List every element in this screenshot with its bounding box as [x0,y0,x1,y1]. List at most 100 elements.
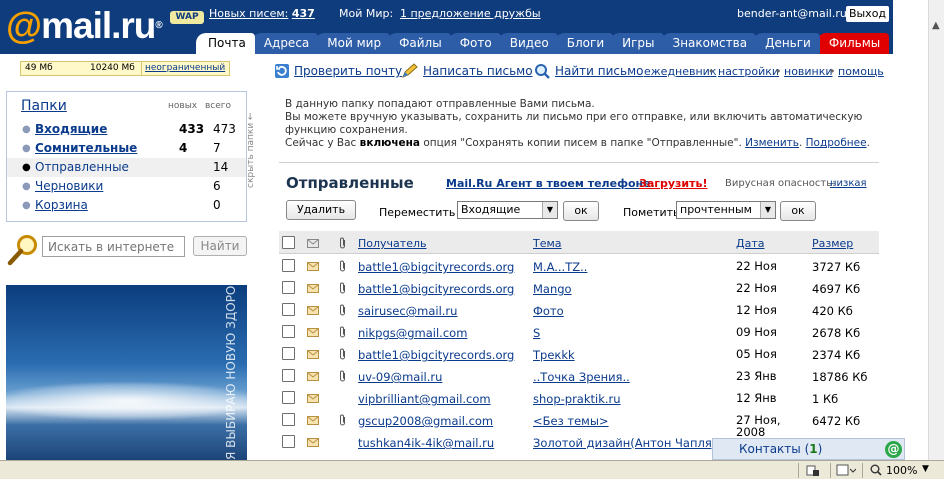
subject-link[interactable]: ..Точка Зрения.. [533,370,630,384]
envelope-icon [307,350,319,359]
size-cell: 2678 Кб [812,326,861,340]
scroll-up-icon[interactable]: ▲ [932,20,940,31]
diary-link[interactable]: ежедневник [644,65,716,78]
table-row[interactable]: battle1@bigcityrecords.org Трекkk 05 Ноя 23… [279,343,879,365]
tab-7[interactable]: Игры [609,33,664,54]
vertical-scrollbar[interactable]: ▲ [928,0,944,460]
table-row[interactable]: vipbrilliant@gmail.com shop-praktik.ru 12 … [279,387,879,409]
tab-5[interactable]: Видео [496,33,558,54]
recipient-link[interactable]: battle1@bigcityrecords.org [358,282,514,296]
help-link[interactable]: помощь [838,65,884,78]
zoom-level[interactable]: 100% [886,464,917,477]
table-row[interactable]: battle1@bigcityrecords.org M.A...TZ.. 22 Н… [279,255,879,277]
logout-button[interactable]: Выход [846,6,889,22]
change-option-link[interactable]: Изменить [745,137,799,149]
folder-item[interactable]: ● Отправленные 14 [7,158,246,177]
col-date[interactable]: Дата [736,237,764,250]
subject-link[interactable]: Фото [533,304,564,318]
subject-link[interactable]: Трекkk [533,348,575,362]
agent-promo-link[interactable]: Mail.Ru Агент в твоем телефоне. [446,177,655,190]
recipient-link[interactable]: battle1@bigcityrecords.org [358,260,514,274]
more-info-link[interactable]: Подробнее [806,137,867,149]
subject-link[interactable]: <Без темы> [533,414,609,428]
folder-name: Черновики [35,179,104,193]
recipient-link[interactable]: tushkan4ik-4ik@mail.ru [358,436,494,450]
attachment-icon [340,414,345,426]
subject-link[interactable]: Mango [533,282,572,296]
mail-agent-icon[interactable]: @ [885,441,902,458]
move-to-select[interactable]: Входящие ▼ [457,201,558,219]
ad-banner[interactable]: Я ВЫБИРАЮ НОВУЮ ЗДОРОВЬЮ [6,285,247,460]
subject-link[interactable]: Золотой дизайн(Антон Чапля) [533,436,716,450]
select-all-checkbox[interactable] [282,236,295,249]
size-cell: 2374 Кб [812,348,861,362]
zoom-icon[interactable] [870,464,882,476]
recipient-link[interactable]: uv-09@mail.ru [358,370,442,384]
table-row[interactable]: battle1@bigcityrecords.org Mango 22 Ноя 469… [279,277,879,299]
user-email: bender-ant@mail.ru [737,7,847,20]
tab-0[interactable]: Почта [196,33,255,54]
chevron-down-icon[interactable]: ▼ [922,464,929,474]
tab-6[interactable]: Блоги [553,33,614,54]
row-checkbox[interactable] [282,347,295,360]
recipient-link[interactable]: battle1@bigcityrecords.org [358,348,514,362]
col-size[interactable]: Размер [812,237,853,250]
recipient-link[interactable]: sairusec@mail.ru [358,304,457,318]
check-mail-button[interactable]: Проверить почту [274,63,402,79]
hide-folders-toggle[interactable]: скрыть папки ← [246,100,258,200]
tab-4[interactable]: Фото [446,33,501,54]
col-subject[interactable]: Тема [533,237,562,250]
row-checkbox[interactable] [282,435,295,448]
tab-10[interactable]: Фильмы [815,33,890,54]
tab-9[interactable]: Деньги [752,33,820,54]
subject-link[interactable]: shop-praktik.ru [533,392,621,406]
popup-blocker-icon[interactable] [836,464,856,477]
virus-danger-level[interactable]: низкая [830,178,867,189]
subject-link[interactable]: M.A...TZ.. [533,260,587,274]
col-recipient[interactable]: Получатель [358,237,426,250]
tab-3[interactable]: Файлы [386,33,451,54]
settings-link[interactable]: настройки [718,65,779,78]
download-agent-link[interactable]: Загрузить! [639,177,707,190]
recipient-link[interactable]: vipbrilliant@gmail.com [358,392,491,406]
row-checkbox[interactable] [282,413,295,426]
recipient-link[interactable]: nikpgs@gmail.com [358,326,467,340]
folder-item[interactable]: ● Входящие 433 473 [7,120,246,139]
toolbar-separator: • [775,65,782,78]
row-checkbox[interactable] [282,325,295,338]
tab-1[interactable]: Адреса [250,33,319,54]
table-row[interactable]: nikpgs@gmail.com S 09 Ноя 2678 Кб [279,321,879,343]
folder-item[interactable]: ● Черновики 6 [7,177,246,196]
folders-title[interactable]: Папки [21,98,67,114]
quota-unlimited-link[interactable]: неограниченный [141,62,225,75]
contacts-bar[interactable]: Контакты (1) @ [712,438,905,460]
recipient-link[interactable]: gscup2008@gmail.com [358,414,493,428]
mark-as-select[interactable]: прочтенным ▼ [676,201,776,219]
row-checkbox[interactable] [282,391,295,404]
tab-8[interactable]: Знакомства [659,33,757,54]
table-row[interactable]: sairusec@mail.ru Фото 12 Ноя 420 Кб [279,299,879,321]
new-letters-link[interactable]: Новых писем: 437 [209,7,315,20]
web-search-button[interactable]: Найти [193,236,247,256]
mark-ok-button[interactable]: ок [780,201,816,221]
tab-2[interactable]: Мой мир [314,33,391,54]
delete-button[interactable]: Удалить [286,200,356,220]
folder-item[interactable]: ● Сомнительные 4 7 [7,139,246,158]
web-search-input[interactable] [42,236,185,257]
wap-badge[interactable]: WAP [170,11,204,24]
row-checkbox[interactable] [282,281,295,294]
table-row[interactable]: gscup2008@gmail.com <Без темы> 27 Ноя, 200… [279,409,879,438]
move-ok-button[interactable]: ок [563,201,599,221]
write-letter-button[interactable]: Написать письмо [401,63,533,79]
row-checkbox[interactable] [282,259,295,272]
table-row[interactable]: uv-09@mail.ru ..Точка Зрения.. 23 Янв 18786… [279,365,879,387]
subject-link[interactable]: S [533,326,540,340]
attachment-icon [340,348,345,360]
find-letter-button[interactable]: Найти письмо [534,63,644,79]
news-link[interactable]: новинки [784,65,833,78]
row-checkbox[interactable] [282,303,295,316]
folder-item[interactable]: ● Корзина 0 [7,196,246,215]
row-checkbox[interactable] [282,369,295,382]
friend-offer-link[interactable]: 1 предложение дружбы [400,7,541,20]
mailru-logo[interactable]: @mail.ru® [6,6,168,46]
